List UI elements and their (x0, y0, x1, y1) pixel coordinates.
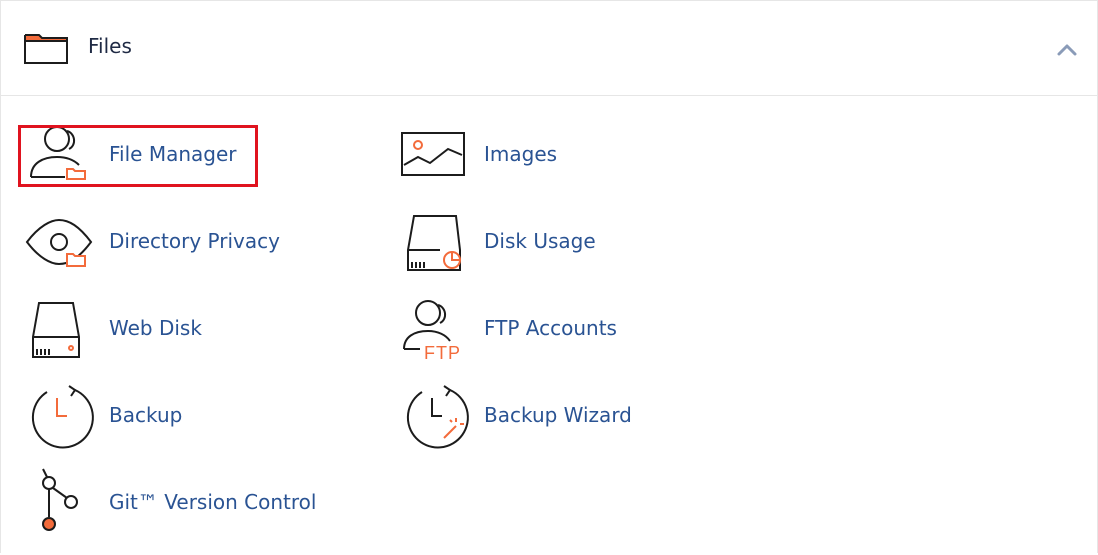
disk-usage-link[interactable]: Disk Usage (398, 206, 698, 278)
images-icon (398, 119, 470, 191)
backup-icon (23, 380, 95, 452)
item-label[interactable]: File Manager (109, 142, 237, 166)
disk-usage-icon (398, 206, 470, 278)
item-label[interactable]: Disk Usage (484, 229, 596, 253)
folder-icon (23, 31, 69, 69)
file-manager-icon (23, 119, 95, 191)
backup-link[interactable]: Backup (23, 380, 323, 452)
item-label[interactable]: Backup (109, 403, 182, 427)
ftp-accounts-link[interactable]: FTP FTP Accounts (398, 293, 698, 365)
item-label[interactable]: Git™ Version Control (109, 490, 316, 514)
item-label[interactable]: FTP Accounts (484, 316, 617, 340)
svg-text:FTP: FTP (424, 343, 461, 363)
files-section-header[interactable]: Files (1, 1, 1097, 96)
directory-privacy-link[interactable]: Directory Privacy (23, 206, 323, 278)
files-panel: Files File Manager Images Directory Priv… (0, 0, 1098, 553)
item-label[interactable]: Web Disk (109, 316, 202, 340)
web-disk-link[interactable]: Web Disk (23, 293, 323, 365)
directory-privacy-icon (23, 206, 95, 278)
web-disk-icon (23, 293, 95, 365)
item-label[interactable]: Directory Privacy (109, 229, 280, 253)
chevron-up-icon[interactable] (1051, 37, 1083, 61)
images-link[interactable]: Images (398, 119, 698, 191)
git-version-control-link[interactable]: Git™ Version Control (23, 467, 323, 539)
section-title: Files (88, 34, 132, 58)
backup-wizard-link[interactable]: Backup Wizard (398, 380, 698, 452)
item-label[interactable]: Backup Wizard (484, 403, 632, 427)
item-label[interactable]: Images (484, 142, 557, 166)
backup-wizard-icon (398, 380, 470, 452)
git-version-control-icon (23, 467, 95, 539)
ftp-accounts-icon: FTP (398, 293, 470, 365)
file-manager-link[interactable]: File Manager (23, 119, 323, 191)
